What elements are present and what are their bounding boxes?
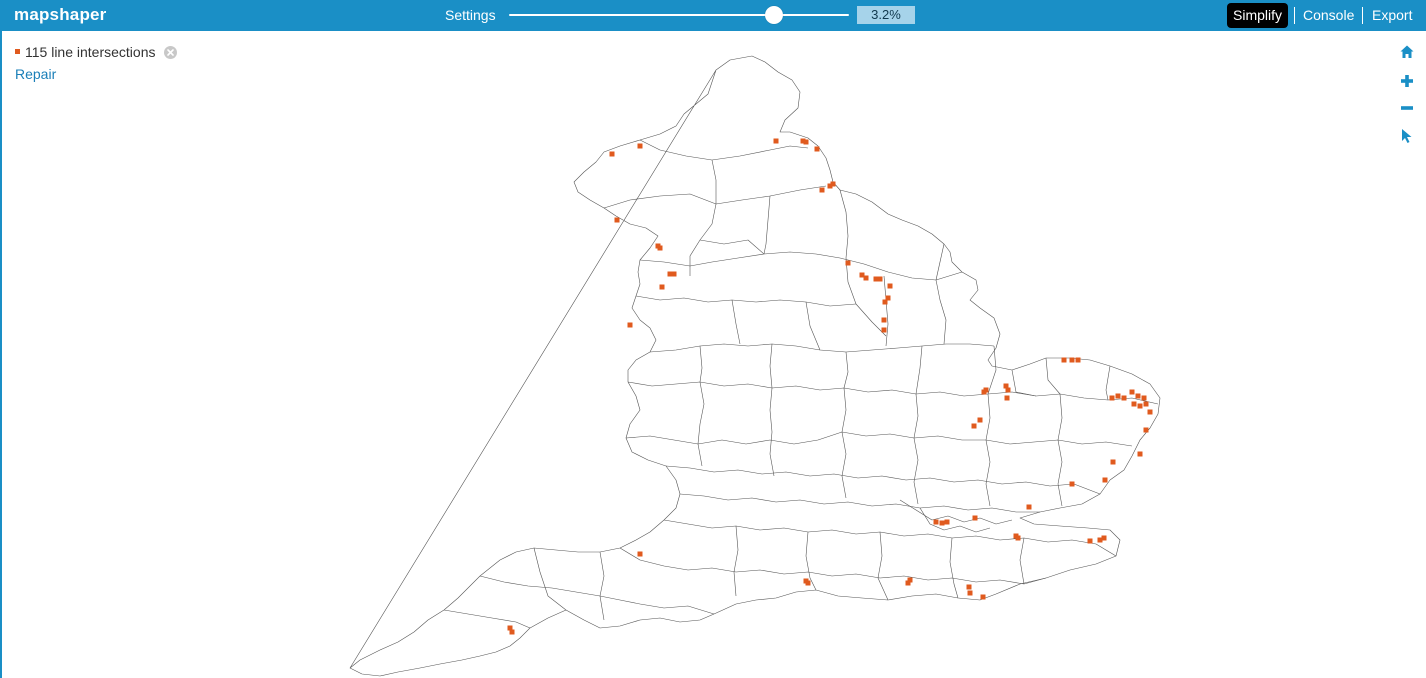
intersection-point [657,245,663,251]
intersection-point [1061,357,1067,363]
intersection-point [803,139,809,145]
intersection-point [1135,393,1141,399]
england-boundaries [349,55,1161,677]
map-canvas[interactable] [0,31,1426,678]
intersection-point [933,519,939,525]
console-button[interactable]: Console [1303,3,1354,28]
intersection-point [967,590,973,596]
zoom-out-icon[interactable] [1399,100,1415,116]
export-button[interactable]: Export [1372,3,1412,28]
intersection-point [637,551,643,557]
intersection-point [614,217,620,223]
intersection-point [1141,395,1147,401]
intersection-point [830,181,836,187]
pointer-icon[interactable] [1399,128,1415,144]
window-edge [0,31,2,678]
simplify-slider-track[interactable] [509,14,849,16]
simplify-slider-handle[interactable] [765,6,784,24]
intersection-point [805,580,811,586]
intersection-point [877,276,883,282]
simplify-percent-input[interactable] [857,6,915,24]
intersection-point [1137,451,1143,457]
intersection-point [944,519,950,525]
intersection-point [1115,393,1121,399]
close-icon[interactable] [164,46,177,59]
intersection-point [1143,427,1149,433]
intersection-point [1015,535,1021,541]
mapshaper-app: mapshaper Settings Simplify Console Expo… [0,0,1426,678]
intersection-point [1102,477,1108,483]
intersection-point [881,317,887,323]
intersection-point [1110,459,1116,465]
intersection-point [637,143,643,149]
intersection-point [819,187,825,193]
intersection-point [509,629,515,635]
intersection-point [1129,389,1135,395]
settings-button[interactable]: Settings [445,7,496,23]
intersection-point [1026,504,1032,510]
simplify-button[interactable]: Simplify [1227,3,1289,28]
intersection-point [882,299,888,305]
intersection-markers [507,138,1153,635]
home-icon[interactable] [1399,44,1415,60]
intersection-point [1109,395,1115,401]
intersection-point [966,584,972,590]
intersection-point [863,275,869,281]
intersection-point [1143,401,1149,407]
intersection-point [1069,481,1075,487]
intersections-count: 115 line intersections [25,44,156,60]
intersection-point [1131,401,1137,407]
intersection-point [1004,395,1010,401]
intersection-point [1101,535,1107,541]
nav-divider [1362,7,1363,24]
intersection-point [1069,357,1075,363]
intersection-point [845,260,851,266]
intersection-point [1137,403,1143,409]
brand-logo: mapshaper [14,5,107,24]
intersection-point [1121,395,1127,401]
intersection-point [671,271,677,277]
repair-link[interactable]: Repair [15,66,56,82]
intersection-point [972,515,978,521]
intersection-point [659,284,665,290]
intersection-point [981,389,987,395]
intersection-point [814,146,820,152]
england-outline [349,55,1161,677]
intersection-point [627,322,633,328]
intersection-point [881,327,887,333]
intersection-point [939,520,945,526]
intersection-point [971,423,977,429]
intersection-point [1075,357,1081,363]
intersection-point [609,151,615,157]
top-bar: mapshaper Settings Simplify Console Expo… [0,0,1426,31]
intersection-point [980,594,986,600]
nav-divider [1294,7,1295,24]
intersection-point [1087,538,1093,544]
intersection-legend-swatch [15,49,20,54]
zoom-in-icon[interactable] [1399,73,1415,89]
intersection-point [1005,387,1011,393]
intersection-point [907,577,913,583]
intersection-point [977,417,983,423]
intersection-point [887,283,893,289]
intersection-point [1147,409,1153,415]
intersection-point [773,138,779,144]
